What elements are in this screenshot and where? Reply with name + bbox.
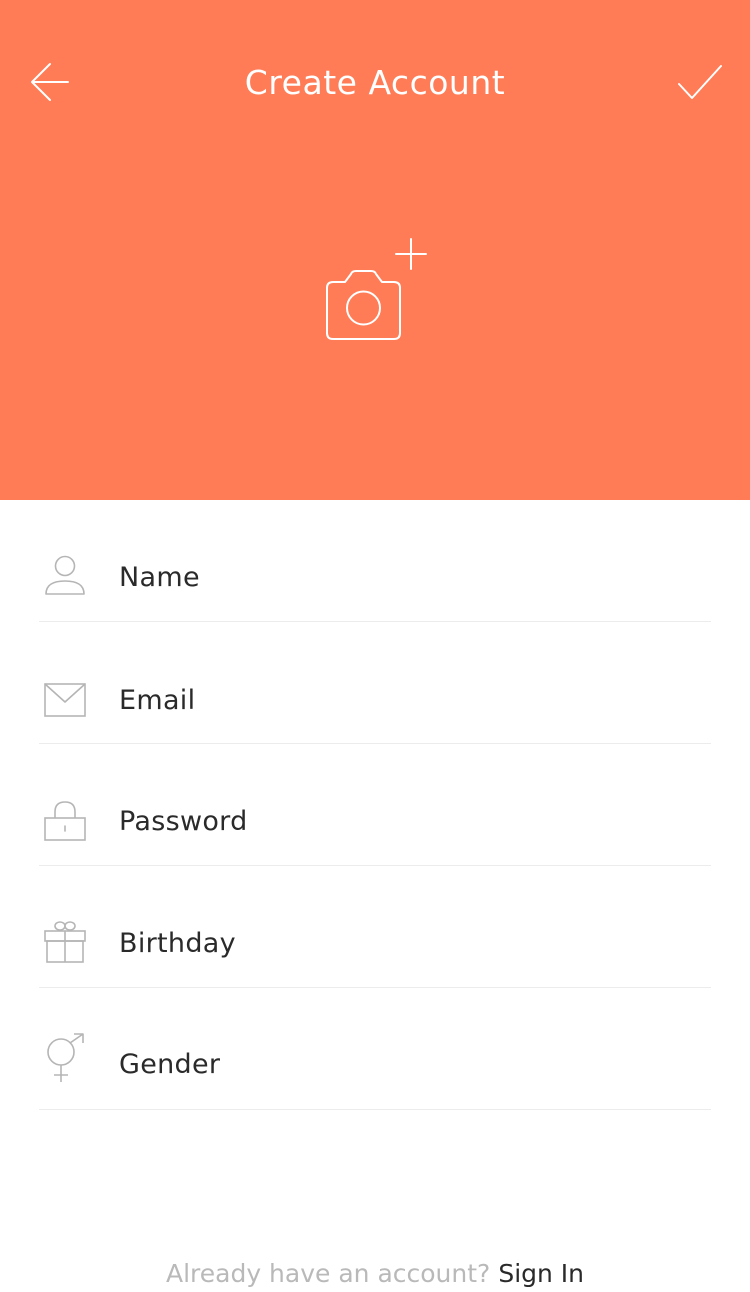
header-banner: Create Account <box>0 0 750 500</box>
birthday-field[interactable]: Birthday <box>39 866 711 988</box>
page-title: Create Account <box>244 63 506 102</box>
lock-icon <box>43 798 87 842</box>
gift-icon <box>43 920 87 964</box>
gender-field[interactable]: Gender <box>39 988 711 1110</box>
add-photo-button[interactable] <box>320 234 432 346</box>
password-field-label: Password <box>119 806 248 837</box>
signup-form: Name Email Password Birthday Gender <box>39 500 711 1110</box>
gender-icon <box>43 1033 87 1082</box>
confirm-button[interactable] <box>672 56 728 112</box>
name-field[interactable]: Name <box>39 500 711 622</box>
email-field-label: Email <box>119 685 196 716</box>
person-icon <box>43 554 87 598</box>
signin-footer: Already have an account? Sign In <box>0 1256 750 1292</box>
password-field[interactable]: Password <box>39 744 711 866</box>
envelope-icon <box>43 678 87 722</box>
birthday-field-label: Birthday <box>119 928 236 959</box>
sign-in-link[interactable]: Sign In <box>498 1259 584 1288</box>
checkmark-icon <box>676 62 724 106</box>
camera-add-icon <box>320 238 432 350</box>
gender-field-label: Gender <box>119 1049 221 1080</box>
signin-prompt: Already have an account? <box>165 1259 491 1288</box>
name-field-label: Name <box>119 562 200 593</box>
email-field[interactable]: Email <box>39 622 711 744</box>
